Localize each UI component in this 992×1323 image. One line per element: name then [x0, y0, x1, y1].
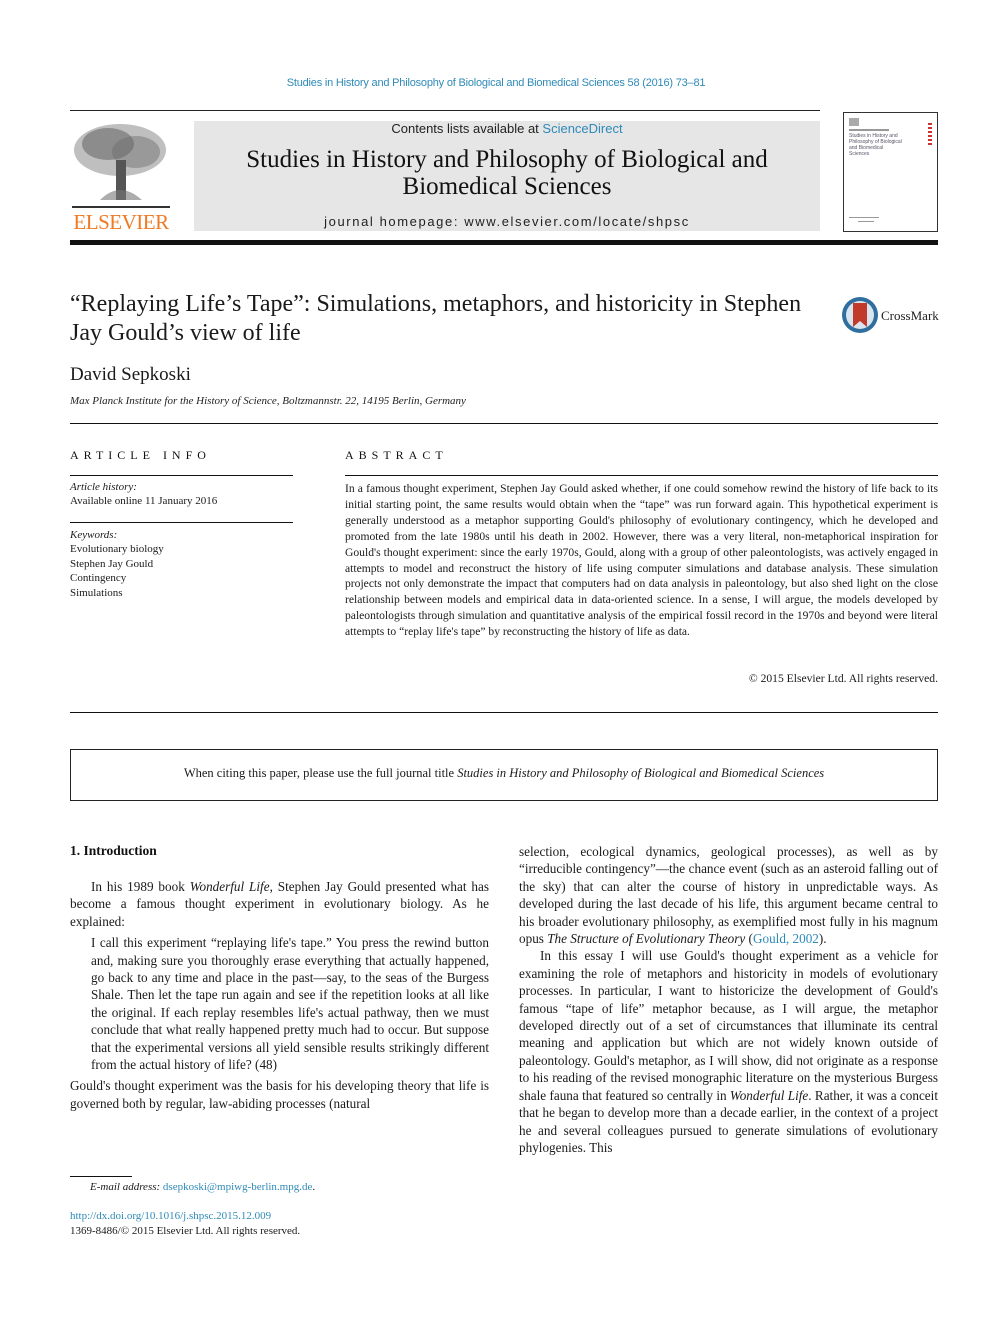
cover-footer-rule	[858, 221, 874, 222]
crossmark-icon[interactable]	[840, 295, 880, 335]
keyword: Simulations	[70, 586, 123, 599]
book-title: Wonderful Life	[729, 1087, 809, 1103]
masthead-thick-rule	[70, 240, 938, 245]
citation-notice-prefix: When citing this paper, please use the f…	[183, 766, 458, 780]
article-history-value: Available online 11 January 2016	[70, 495, 218, 507]
abstract-copyright: © 2015 Elsevier Ltd. All rights reserved…	[748, 672, 938, 685]
section-heading-introduction: 1. Introduction	[70, 843, 157, 858]
paragraph: In this essay I will use Gould's thought…	[519, 947, 938, 1156]
book-title: Wonderful Life	[189, 879, 270, 894]
elsevier-wordmark: ELSEVIER	[73, 210, 169, 234]
contents-prefix: Contents lists available at	[391, 121, 543, 136]
footnote-email: E-mail address: dsepkoski@mpiwg-berlin.m…	[90, 1181, 315, 1193]
abstract-text: In a famous thought experiment, Stephen …	[345, 482, 938, 639]
divider	[70, 522, 293, 523]
cover-logo-icon	[849, 118, 859, 126]
top-rule	[70, 110, 820, 111]
keyword: Contingency	[70, 572, 127, 584]
citation-link[interactable]: Gould, 2002	[753, 931, 819, 946]
divider	[70, 475, 293, 476]
contents-line: Contents lists available at ScienceDirec…	[194, 121, 820, 136]
journal-cover-thumbnail[interactable]: Studies in History and Philosophy of Bio…	[843, 112, 938, 232]
citation-notice-journal: Studies in History and Philosophy of Bio…	[457, 766, 825, 780]
email-label: E-mail address:	[90, 1181, 163, 1193]
crossmark-label[interactable]: CrossMark	[881, 308, 939, 324]
body-left-column: In his 1989 book Wonderful Life, Stephen…	[70, 878, 489, 1112]
sciencedirect-link[interactable]: ScienceDirect	[542, 121, 622, 136]
cover-accent	[928, 123, 932, 145]
keywords-list: Evolutionary biology Stephen Jay Gould C…	[70, 542, 164, 600]
divider	[70, 423, 938, 424]
text: ).	[818, 931, 827, 947]
divider	[70, 712, 938, 713]
cover-footer-rule	[849, 217, 879, 218]
citation-notice: When citing this paper, please use the f…	[70, 766, 938, 781]
running-head-citation[interactable]: Studies in History and Philosophy of Bio…	[0, 77, 992, 89]
paragraph: selection, ecological dynamics, geologic…	[519, 843, 938, 947]
text: In this essay I will use Gould's thought…	[519, 948, 938, 1103]
journal-homepage[interactable]: journal homepage: www.elsevier.com/locat…	[194, 214, 820, 229]
author-name: David Sepkoski	[70, 364, 191, 385]
paragraph: Gould's thought experiment was the basis…	[70, 1078, 489, 1111]
footnote-rule	[70, 1176, 132, 1177]
body-right-column: selection, ecological dynamics, geologic…	[519, 843, 938, 1156]
cover-rule	[849, 129, 889, 131]
journal-title: Studies in History and Philosophy of Bio…	[246, 146, 768, 200]
keyword: Stephen Jay Gould	[70, 557, 154, 570]
email-link[interactable]: dsepkoski@mpiwg-berlin.mpg.de	[163, 1181, 312, 1193]
article-title: “Replaying Life’s Tape”: Simulations, me…	[70, 291, 802, 346]
issn-copyright: 1369-8486/© 2015 Elsevier Ltd. All right…	[70, 1225, 301, 1237]
keyword: Evolutionary biology	[70, 543, 164, 555]
divider	[345, 475, 938, 476]
cover-title: Studies in History and Philosophy of Bio…	[849, 133, 902, 157]
book-title: The Structure of Evolutionary Theory	[547, 931, 746, 947]
abstract-heading: ABSTRACT	[345, 448, 448, 462]
author-affiliation: Max Planck Institute for the History of …	[70, 395, 466, 407]
text: (	[745, 931, 753, 947]
doi-link[interactable]: http://dx.doi.org/10.1016/j.shpsc.2015.1…	[70, 1210, 271, 1222]
text: In his 1989 book	[91, 879, 190, 894]
article-history-label: Article history:	[70, 481, 137, 493]
article-info-heading: ARTICLE INFO	[70, 448, 211, 462]
text: .	[312, 1181, 316, 1193]
paragraph: In his 1989 book Wonderful Life, Stephen…	[70, 878, 489, 930]
keywords-label: Keywords:	[70, 529, 118, 541]
block-quote: I call this experiment “replaying life's…	[91, 935, 489, 1073]
